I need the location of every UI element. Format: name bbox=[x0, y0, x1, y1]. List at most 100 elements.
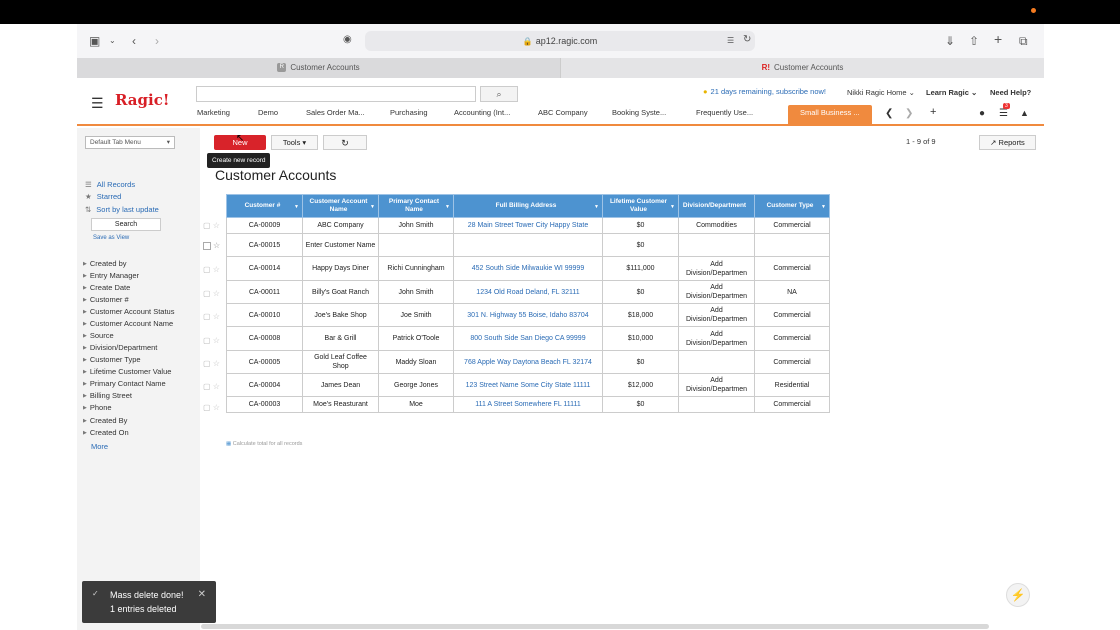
trial-notice[interactable]: ● 21 days remaining, subscribe now! bbox=[703, 87, 826, 96]
row-select-controls[interactable]: ▢ ☆ bbox=[203, 221, 220, 230]
cell-billing-address[interactable]: 1234 Old Road Deland, FL 32111 bbox=[453, 280, 603, 304]
cell-account-name[interactable]: Gold Leaf Coffee Shop bbox=[302, 350, 379, 374]
cell-lifetime-value[interactable]: $18,000 bbox=[602, 303, 679, 327]
table-row[interactable]: CA-00015 Enter Customer Name $0 bbox=[226, 233, 830, 257]
tasks-icon[interactable]: ☰ 3 bbox=[999, 103, 1010, 119]
cell-customer-type[interactable]: NA bbox=[754, 280, 830, 304]
cell-primary-contact[interactable]: Joe Smith bbox=[378, 303, 454, 327]
tab-small-business[interactable]: Small Business ... bbox=[788, 105, 872, 124]
tab-booking-system[interactable]: Booking Syste... bbox=[612, 105, 666, 124]
cell-primary-contact[interactable] bbox=[378, 233, 454, 257]
row-select-controls[interactable]: ▢ ☆ bbox=[203, 359, 220, 368]
table-row[interactable]: CA-00011 Billy's Goat Ranch John Smith 1… bbox=[226, 280, 830, 304]
cell-division[interactable] bbox=[678, 233, 755, 257]
cell-billing-address[interactable]: 301 N. Highway 55 Boise, Idaho 83704 bbox=[453, 303, 603, 327]
table-row[interactable]: CA-00005 Gold Leaf Coffee Shop Maddy Slo… bbox=[226, 350, 830, 374]
menu-icon[interactable]: ☰ bbox=[91, 95, 104, 112]
cell-division[interactable]: Commodities bbox=[678, 217, 755, 234]
tab-demo[interactable]: Demo bbox=[258, 105, 278, 124]
cell-primary-contact[interactable]: John Smith bbox=[378, 280, 454, 304]
cell-account-name[interactable]: ABC Company bbox=[302, 217, 379, 234]
table-row[interactable]: CA-00009 ABC Company John Smith 28 Main … bbox=[226, 217, 830, 234]
tab-sales-order[interactable]: Sales Order Ma... bbox=[306, 105, 365, 124]
cell-account-name[interactable]: Happy Days Diner bbox=[302, 256, 379, 281]
row-checkbox[interactable] bbox=[203, 241, 211, 250]
cell-primary-contact[interactable]: John Smith bbox=[378, 217, 454, 234]
cell-lifetime-value[interactable]: $111,000 bbox=[602, 256, 679, 281]
facet-customer-number[interactable]: ▶ Customer # bbox=[83, 295, 129, 304]
reload-icon[interactable]: ↻ bbox=[743, 34, 751, 45]
facet-account-status[interactable]: ▶ Customer Account Status bbox=[83, 307, 174, 316]
cell-billing-address[interactable]: 123 Street Name Some City State 11111 bbox=[453, 373, 603, 397]
cell-customer-type[interactable]: Commercial bbox=[754, 303, 830, 327]
facet-create-date[interactable]: ▶ Create Date bbox=[83, 283, 130, 292]
facet-created-by[interactable]: ▶ Created by bbox=[83, 259, 127, 268]
cell-customer-number[interactable]: CA-00008 bbox=[226, 326, 303, 351]
cell-customer-number[interactable]: CA-00009 bbox=[226, 217, 303, 234]
cell-billing-address[interactable]: 28 Main Street Tower City Happy State bbox=[453, 217, 603, 234]
back-icon[interactable]: ‹ bbox=[132, 34, 136, 48]
cell-lifetime-value[interactable]: $12,000 bbox=[602, 373, 679, 397]
row-select-controls[interactable]: ▢ ☆ bbox=[203, 403, 220, 412]
facet-account-name[interactable]: ▶ Customer Account Name bbox=[83, 319, 173, 328]
cell-billing-address[interactable]: 768 Apple Way Daytona Beach FL 32174 bbox=[453, 350, 603, 374]
cell-primary-contact[interactable]: Richi Cunningham bbox=[378, 256, 454, 281]
facet-customer-type[interactable]: ▶ Customer Type bbox=[83, 355, 141, 364]
database-icon[interactable]: ● bbox=[979, 108, 985, 119]
facet-source[interactable]: ▶ Source bbox=[83, 331, 114, 340]
cell-customer-type[interactable]: Commercial bbox=[754, 396, 830, 413]
global-search-input[interactable] bbox=[196, 86, 476, 102]
cell-billing-address[interactable] bbox=[453, 233, 603, 257]
tab-marketing[interactable]: Marketing bbox=[197, 105, 230, 124]
cell-account-name[interactable]: Joe's Bake Shop bbox=[302, 303, 379, 327]
cell-division[interactable]: Add Division/Departmen bbox=[678, 280, 755, 304]
facet-created-by-2[interactable]: ▶ Created By bbox=[83, 416, 127, 425]
column-header-primary-contact[interactable]: Primary Contact Name ▼ bbox=[378, 194, 454, 218]
cell-division[interactable]: Add Division/Departmen bbox=[678, 303, 755, 327]
bell-icon[interactable]: ▲ bbox=[1020, 108, 1029, 118]
cell-billing-address[interactable]: 800 South Side San Diego CA 99999 bbox=[453, 326, 603, 351]
row-select-controls[interactable]: ☆ bbox=[203, 241, 220, 250]
facet-phone[interactable]: ▶ Phone bbox=[83, 403, 112, 412]
sort-last-update-link[interactable]: ⇅ Sort by last update bbox=[85, 205, 159, 214]
cell-billing-address[interactable]: 452 South Side Milwaukie WI 99999 bbox=[453, 256, 603, 281]
new-tab-icon[interactable]: + bbox=[994, 31, 1002, 47]
cell-lifetime-value[interactable]: $0 bbox=[602, 396, 679, 413]
cell-primary-contact[interactable]: Maddy Sloan bbox=[378, 350, 454, 374]
reports-button[interactable]: ↗ Reports bbox=[979, 135, 1036, 150]
cell-account-name[interactable]: Bar & Grill bbox=[302, 326, 379, 351]
column-header-division[interactable]: Division/Department bbox=[678, 194, 755, 218]
close-icon[interactable]: ✕ bbox=[198, 589, 206, 600]
sidebar-search-button[interactable]: Search bbox=[91, 218, 161, 231]
cell-division[interactable] bbox=[678, 396, 755, 413]
cell-lifetime-value[interactable]: $0 bbox=[602, 217, 679, 234]
cell-customer-number[interactable]: CA-00014 bbox=[226, 256, 303, 281]
table-row[interactable]: CA-00014 Happy Days Diner Richi Cunningh… bbox=[226, 256, 830, 281]
browser-tab-2[interactable]: R! Customer Accounts bbox=[561, 58, 1044, 78]
refresh-button[interactable]: ↻ bbox=[323, 135, 367, 150]
column-header-customer-type[interactable]: Customer Type ▼ bbox=[754, 194, 830, 218]
tab-menu-select[interactable]: Default Tab Menu ▾ bbox=[85, 136, 175, 149]
cell-division[interactable]: Add Division/Departmen bbox=[678, 256, 755, 281]
cell-division[interactable]: Add Division/Departmen bbox=[678, 326, 755, 351]
row-select-controls[interactable]: ▢ ☆ bbox=[203, 312, 220, 321]
cell-account-name[interactable]: Enter Customer Name bbox=[302, 233, 379, 257]
cell-customer-number[interactable]: CA-00005 bbox=[226, 350, 303, 374]
learn-ragic-menu[interactable]: Learn Ragic ⌄ bbox=[926, 88, 977, 97]
row-select-controls[interactable]: ▢ ☆ bbox=[203, 265, 220, 274]
facet-billing-street[interactable]: ▶ Billing Street bbox=[83, 391, 132, 400]
horizontal-scrollbar[interactable] bbox=[201, 624, 989, 629]
cell-lifetime-value[interactable]: $0 bbox=[602, 350, 679, 374]
column-header-lifetime-value[interactable]: Lifetime Customer Value ▼ bbox=[602, 194, 679, 218]
sidebar-toggle-icon[interactable]: ▣ bbox=[89, 34, 100, 48]
search-button[interactable]: ⌕ bbox=[480, 86, 518, 102]
row-select-controls[interactable]: ▢ ☆ bbox=[203, 382, 220, 391]
download-icon[interactable]: ⇓ bbox=[945, 34, 955, 48]
cell-customer-type[interactable]: Residential bbox=[754, 373, 830, 397]
cell-customer-number[interactable]: CA-00011 bbox=[226, 280, 303, 304]
facet-primary-contact[interactable]: ▶ Primary Contact Name bbox=[83, 379, 166, 388]
user-menu[interactable]: Nikki Ragic Home ⌄ bbox=[847, 88, 915, 97]
cell-customer-type[interactable]: Commercial bbox=[754, 350, 830, 374]
cell-primary-contact[interactable]: Moe bbox=[378, 396, 454, 413]
add-tab-icon[interactable]: + bbox=[930, 106, 936, 118]
